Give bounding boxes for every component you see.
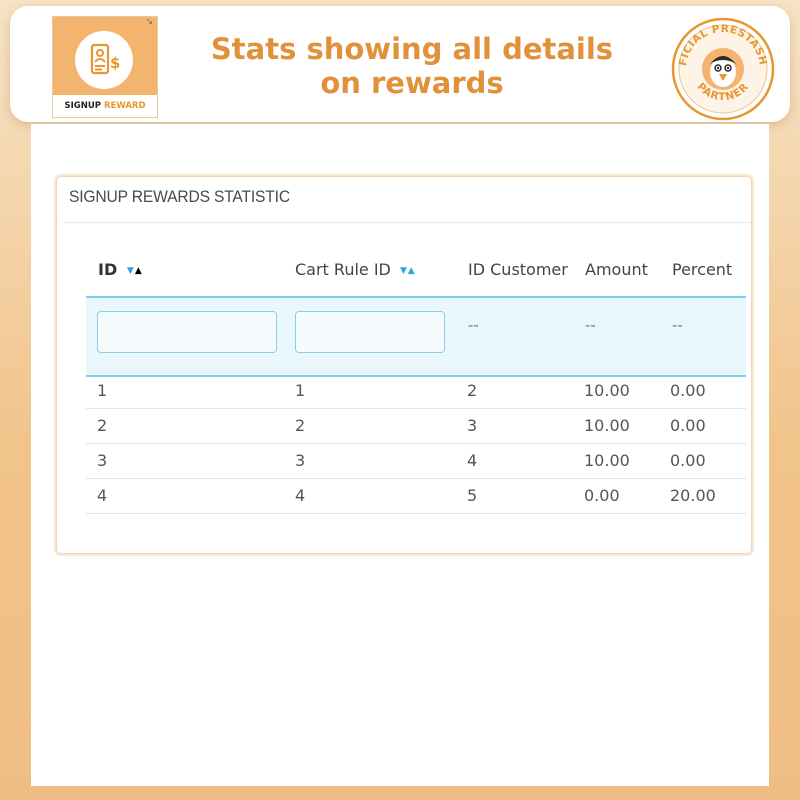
cell-amount: 0.00 [584,486,620,505]
cell-id-customer: 2 [467,381,478,400]
cell-percent: 20.00 [670,486,716,505]
cell-id: 4 [97,486,108,505]
cell-cart-rule-id: 3 [295,451,306,470]
sort-desc-icon[interactable]: ▼ [400,266,407,276]
cell-id: 1 [97,381,108,400]
cell-id: 3 [97,451,108,470]
table-row[interactable]: 2 2 3 10.00 0.00 [86,409,746,444]
cell-cart-rule-id: 1 [295,381,306,400]
cell-amount: 10.00 [584,416,630,435]
filter-id-input[interactable] [97,311,277,353]
cell-id-customer: 3 [467,416,478,435]
column-header-cart-rule-id[interactable]: Cart Rule ID ▼ ▲ [295,260,415,279]
cell-cart-rule-id: 4 [295,486,306,505]
sort-desc-icon[interactable]: ▼ [127,266,134,276]
sort-asc-icon[interactable]: ▲ [408,266,415,276]
puffin-icon [702,48,744,90]
panel-divider [63,222,751,223]
column-header-id[interactable]: ID ▼ ▲ [98,260,142,279]
column-header-id-customer: ID Customer [468,260,568,279]
filter-cart-rule-id-input[interactable] [295,311,445,353]
sort-controls-cart-rule-id: ▼ ▲ [400,266,415,276]
user-dollar-icon: $ [75,31,133,89]
panel-title: SIGNUP REWARDS STATISTIC [69,187,290,206]
statistics-panel: SIGNUP REWARDS STATISTIC ID ▼ ▲ Cart Rul… [56,176,752,554]
cell-percent: 0.00 [670,381,706,400]
headline-line-1: Stats showing all details [210,32,614,66]
cell-id-customer: 4 [467,451,478,470]
column-header-cart-rule-id-label: Cart Rule ID [295,260,391,279]
column-header-id-label: ID [98,260,118,279]
column-header-amount: Amount [585,260,648,279]
filter-percent-placeholder: -- [672,316,683,334]
table-row[interactable]: 3 3 4 10.00 0.00 [86,444,746,479]
table-row[interactable]: 1 1 2 10.00 0.00 [86,374,746,409]
cell-amount: 10.00 [584,451,630,470]
filter-amount-placeholder: -- [585,316,596,334]
cell-id: 2 [97,416,108,435]
prestashop-partner-badge: OFFICIAL PRESTASHOP PARTNER [665,7,776,122]
logo-label-part1: SIGNUP [64,101,101,111]
logo-label-part2: REWARD [103,101,146,111]
column-header-percent: Percent [672,260,733,279]
cell-amount: 10.00 [584,381,630,400]
svg-text:$: $ [110,54,120,72]
filter-row: -- -- -- [86,296,746,377]
header-banner: ↘ $ SIGNUP REWARD Stats showing all deta… [10,6,790,122]
headline-line-2: on rewards [320,66,504,100]
page-headline: Stats showing all details on rewards [190,32,634,100]
cell-id-customer: 5 [467,486,478,505]
sort-asc-icon[interactable]: ▲ [135,266,142,276]
cell-percent: 0.00 [670,416,706,435]
filter-id-customer-placeholder: -- [468,316,479,334]
logo-label: SIGNUP REWARD [53,95,157,117]
cell-percent: 0.00 [670,451,706,470]
sort-controls-id: ▼ ▲ [127,266,142,276]
logo-corner-glyph: ↘ [145,17,153,27]
table-row[interactable]: 4 4 5 0.00 20.00 [86,479,746,514]
cell-cart-rule-id: 2 [295,416,306,435]
module-logo: ↘ $ SIGNUP REWARD [52,16,158,118]
